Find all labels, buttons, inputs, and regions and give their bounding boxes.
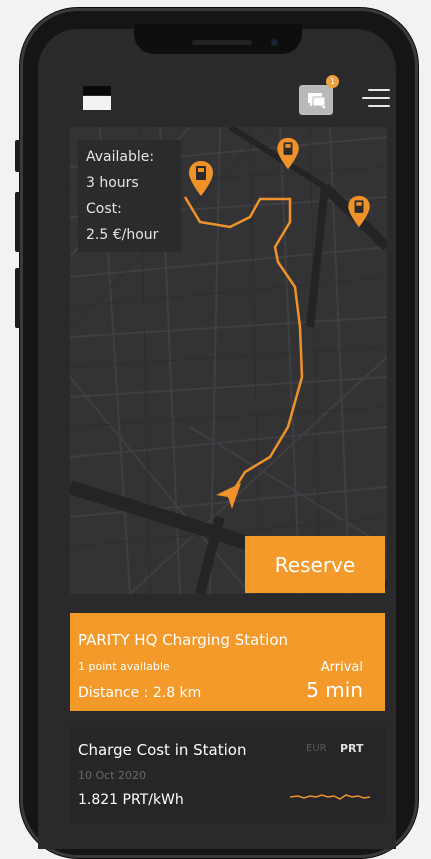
phone-volume-down-button [15,268,20,328]
cost-value: 2.5 €/hour [86,227,159,243]
menu-line-icon [368,105,390,107]
charging-station-pin-icon[interactable] [276,137,300,171]
phone-volume-up-button [15,192,20,252]
price-sparkline [289,794,371,800]
available-label: Available: [86,149,155,165]
phone-side-button [15,140,20,172]
station-name: PARITY HQ Charging Station [78,631,289,649]
currency-prt-toggle[interactable]: PRT [340,742,364,755]
navigation-arrow-icon [216,483,241,509]
reserve-button[interactable]: Reserve [245,536,385,593]
arrival-label: Arrival [320,660,363,675]
currency-eur-toggle[interactable]: EUR [306,743,327,754]
charge-cost-title: Charge Cost in Station [78,741,247,759]
station-points: 1 point available [78,660,170,673]
app-logo [83,86,111,110]
available-value: 3 hours [86,175,139,191]
phone-speaker [192,40,252,45]
charge-cost-card: Charge Cost in Station 10 Oct 2020 1.821… [70,727,385,823]
menu-line-icon [362,97,390,99]
station-card[interactable]: PARITY HQ Charging Station 1 point avail… [70,613,385,711]
availability-info-box: Available: 3 hours Cost: 2.5 €/hour [78,140,181,252]
menu-line-icon [368,89,390,91]
charge-cost-rate: 1.821 PRT/kWh [78,792,184,808]
phone-camera [271,39,278,46]
charging-station-pin-icon[interactable] [188,160,214,198]
charging-station-pin-icon[interactable] [347,195,371,229]
station-distance: Distance : 2.8 km [78,685,202,701]
chat-button[interactable] [299,85,333,115]
charge-cost-date: 10 Oct 2020 [78,769,147,782]
arrival-value: 5 min [306,678,363,702]
chat-icon [308,93,326,109]
hamburger-menu-button[interactable] [360,87,390,109]
notification-badge: 1 [326,75,339,88]
cost-label: Cost: [86,201,122,217]
